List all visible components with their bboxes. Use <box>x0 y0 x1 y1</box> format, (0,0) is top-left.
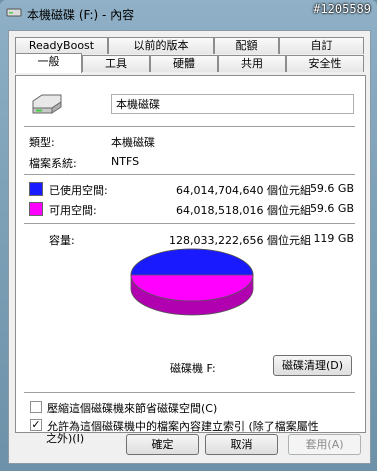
capacity-size: 119 GB <box>313 232 354 245</box>
tab-quota[interactable]: 配額 <box>214 37 279 54</box>
index-checkbox[interactable]: ✓ <box>30 419 42 431</box>
type-label: 類型: <box>29 136 55 149</box>
free-space-size: 59.6 GB <box>309 202 354 215</box>
capacity-label: 容量: <box>49 234 75 247</box>
disk-usage-pie <box>128 248 256 321</box>
filesystem-value: NTFS <box>111 155 140 168</box>
general-panel: 類型: 本機磁碟 檔案系統: NTFS 已使用空間: 64,014,704,64… <box>15 75 366 433</box>
filesystem-label: 檔案系統: <box>29 157 77 170</box>
window-title: 本機磁碟 (F:) - 內容 <box>27 8 135 22</box>
free-space-swatch <box>29 202 43 216</box>
tab-previous-versions[interactable]: 以前的版本 <box>108 37 214 54</box>
separator <box>24 174 355 176</box>
used-space-bytes: 64,014,704,640 個位元組 <box>176 184 311 197</box>
free-space-label: 可用空間: <box>49 204 97 217</box>
used-space-size: 59.6 GB <box>309 182 354 195</box>
tab-sharing[interactable]: 共用 <box>218 55 286 72</box>
disk-label: 磁碟機 F: <box>170 362 216 375</box>
type-value: 本機磁碟 <box>111 136 155 149</box>
separator <box>24 126 355 128</box>
free-space-bytes: 64,018,518,016 個位元組 <box>176 204 311 217</box>
tab-customize[interactable]: 自訂 <box>279 37 364 54</box>
dialog-client: ReadyBoost 以前的版本 配額 自訂 一般 工具 硬體 共用 安全性 本… <box>8 30 371 464</box>
ok-button[interactable]: 確定 <box>126 434 199 455</box>
separator <box>24 223 355 225</box>
tab-hardware[interactable]: 硬體 <box>150 55 218 72</box>
tab-general[interactable]: 一般 <box>15 53 82 73</box>
cancel-button[interactable]: 取消 <box>205 434 278 455</box>
compress-label: 壓縮這個磁碟機來節省磁碟空間(C) <box>47 402 218 415</box>
hard-drive-icon <box>30 92 64 119</box>
tab-row-front: 一般 工具 硬體 共用 安全性 <box>9 53 370 73</box>
compress-checkbox[interactable] <box>30 401 42 413</box>
watermark-text: #1205589 <box>313 2 371 16</box>
tab-readyboost[interactable]: ReadyBoost <box>15 37 108 54</box>
capacity-bytes: 128,033,222,656 個位元組 <box>169 234 311 247</box>
drive-icon <box>6 6 22 18</box>
disk-cleanup-button[interactable]: 磁碟清理(D) <box>273 355 352 376</box>
tab-tools[interactable]: 工具 <box>82 55 150 72</box>
used-space-label: 已使用空間: <box>49 184 108 197</box>
separator <box>24 392 355 394</box>
properties-window: 本機磁碟 (F:) - 內容 #1205589 ReadyBoost 以前的版本… <box>0 0 377 471</box>
used-space-swatch <box>29 182 43 196</box>
drive-name-input[interactable] <box>111 94 354 114</box>
tab-security[interactable]: 安全性 <box>286 55 364 72</box>
title-bar[interactable]: 本機磁碟 (F:) - 內容 #1205589 <box>0 0 377 26</box>
index-label-line1: 允許為這個磁碟機中的檔案內容建立索引 (除了檔案屬性 <box>47 420 319 433</box>
index-label-line2: 之外)(I) <box>46 432 85 445</box>
apply-button[interactable]: 套用(A) <box>288 434 361 455</box>
